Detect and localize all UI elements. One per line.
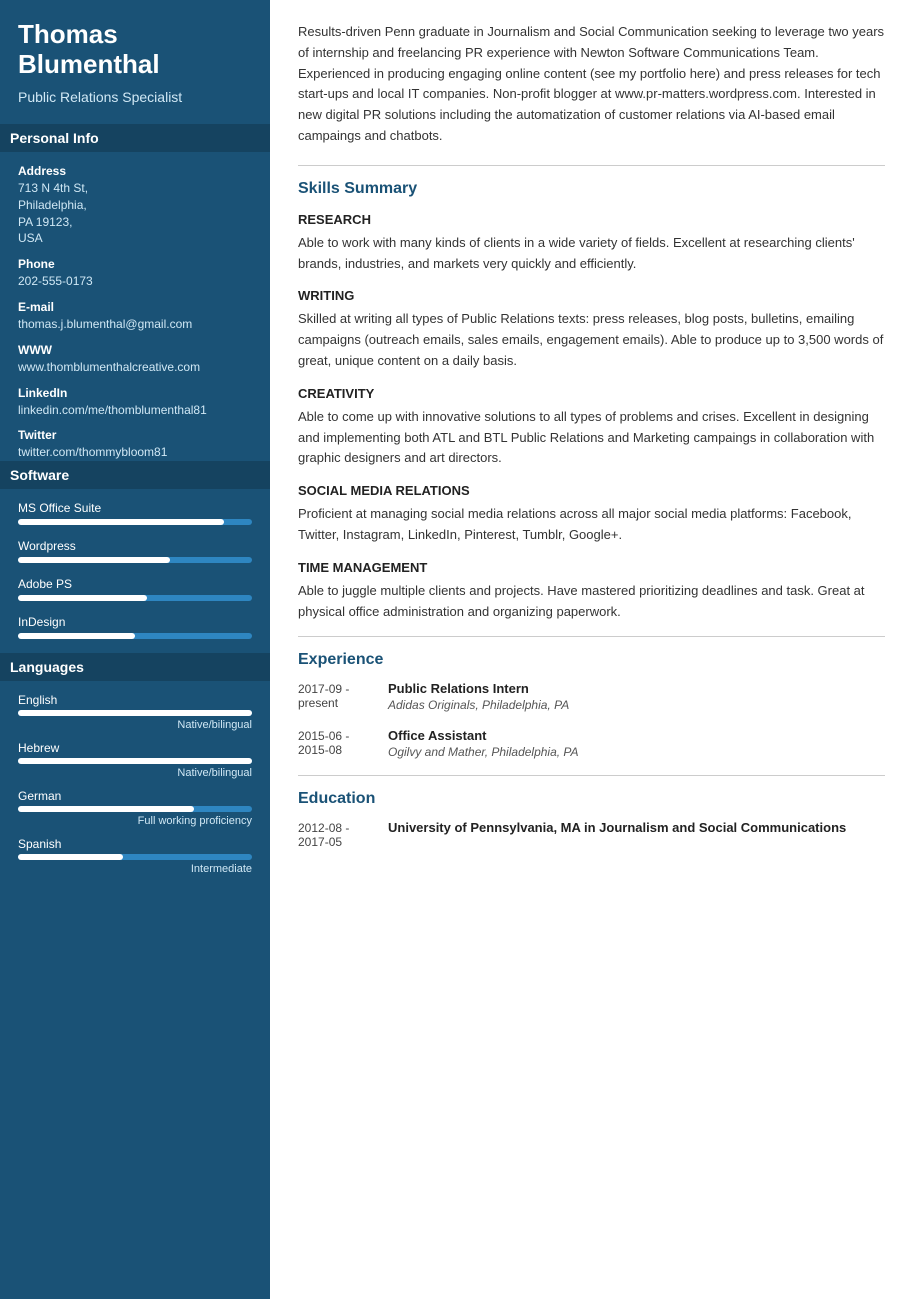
languages-header: Languages [0, 653, 270, 681]
education-title: Education [298, 790, 885, 808]
language-name: Hebrew [18, 741, 252, 755]
twitter-value: twitter.com/thommybloom81 [18, 444, 252, 461]
software-bar-fill [18, 557, 170, 563]
exp-company: Ogilvy and Mather, Philadelphia, PA [388, 745, 579, 759]
twitter-label: Twitter [18, 428, 252, 442]
language-name: Spanish [18, 837, 252, 851]
skill-entry: WRITING Skilled at writing all types of … [298, 288, 885, 371]
divider-education [298, 775, 885, 776]
language-bar-bg [18, 854, 252, 860]
candidate-name: Thomas Blumenthal [18, 20, 252, 80]
software-name: Adobe PS [18, 577, 252, 591]
language-level: Intermediate [18, 863, 252, 875]
software-header: Software [0, 461, 270, 489]
language-bar-bg [18, 758, 252, 764]
software-name: MS Office Suite [18, 501, 252, 515]
languages-list: English Native/bilingual Hebrew Native/b… [18, 693, 252, 875]
experience-list: 2017-09 -present Public Relations Intern… [298, 681, 885, 759]
exp-date: 2017-09 -present [298, 681, 388, 712]
skills-title: Skills Summary [298, 180, 885, 198]
edu-date: 2012-08 -2017-05 [298, 820, 388, 849]
software-bar-bg [18, 557, 252, 563]
language-bar-bg [18, 806, 252, 812]
exp-title: Public Relations Intern [388, 681, 569, 696]
exp-details: Public Relations Intern Adidas Originals… [388, 681, 569, 712]
skill-category: TIME MANAGEMENT [298, 560, 885, 575]
resume-container: Thomas Blumenthal Public Relations Speci… [0, 0, 913, 1299]
skill-entry: RESEARCH Able to work with many kinds of… [298, 212, 885, 275]
phone-value: 202-555-0173 [18, 273, 252, 290]
edu-title: University of Pennsylvania, MA in Journa… [388, 820, 846, 835]
software-name: Wordpress [18, 539, 252, 553]
software-bar-fill [18, 595, 147, 601]
skill-entry: SOCIAL MEDIA RELATIONS Proficient at man… [298, 483, 885, 546]
software-bar-bg [18, 519, 252, 525]
software-list: MS Office Suite Wordpress Adobe PS InDes… [18, 501, 252, 639]
language-item: Spanish Intermediate [18, 837, 252, 875]
skill-category: CREATIVITY [298, 386, 885, 401]
exp-company: Adidas Originals, Philadelphia, PA [388, 698, 569, 712]
software-item: MS Office Suite [18, 501, 252, 525]
skill-desc: Able to work with many kinds of clients … [298, 233, 885, 275]
email-label: E-mail [18, 300, 252, 314]
skill-category: WRITING [298, 288, 885, 303]
language-bar-fill [18, 710, 252, 716]
language-name: German [18, 789, 252, 803]
sidebar: Thomas Blumenthal Public Relations Speci… [0, 0, 270, 1299]
candidate-title: Public Relations Specialist [18, 88, 252, 106]
linkedin-label: LinkedIn [18, 386, 252, 400]
language-level: Native/bilingual [18, 767, 252, 779]
phone-label: Phone [18, 257, 252, 271]
divider-skills [298, 165, 885, 166]
www-label: WWW [18, 343, 252, 357]
language-bar-fill [18, 854, 123, 860]
skill-entry: TIME MANAGEMENT Able to juggle multiple … [298, 560, 885, 623]
summary-text: Results-driven Penn graduate in Journali… [298, 22, 885, 147]
main-content: Results-driven Penn graduate in Journali… [270, 0, 913, 1299]
exp-date: 2015-06 -2015-08 [298, 728, 388, 759]
language-level: Native/bilingual [18, 719, 252, 731]
skill-desc: Proficient at managing social media rela… [298, 504, 885, 546]
personal-info-header: Personal Info [0, 124, 270, 152]
education-item: 2012-08 -2017-05 University of Pennsylva… [298, 820, 885, 849]
language-name: English [18, 693, 252, 707]
experience-item: 2015-06 -2015-08 Office Assistant Ogilvy… [298, 728, 885, 759]
language-bar-bg [18, 710, 252, 716]
exp-details: Office Assistant Ogilvy and Mather, Phil… [388, 728, 579, 759]
skill-category: SOCIAL MEDIA RELATIONS [298, 483, 885, 498]
language-item: Hebrew Native/bilingual [18, 741, 252, 779]
skill-entry: CREATIVITY Able to come up with innovati… [298, 386, 885, 469]
skill-category: RESEARCH [298, 212, 885, 227]
skills-list: RESEARCH Able to work with many kinds of… [298, 212, 885, 623]
software-item: Adobe PS [18, 577, 252, 601]
exp-title: Office Assistant [388, 728, 579, 743]
software-bar-bg [18, 595, 252, 601]
edu-details: University of Pennsylvania, MA in Journa… [388, 820, 846, 849]
language-level: Full working proficiency [18, 815, 252, 827]
software-name: InDesign [18, 615, 252, 629]
software-bar-fill [18, 633, 135, 639]
email-value: thomas.j.blumenthal@gmail.com [18, 316, 252, 333]
address-value: 713 N 4th St,Philadelphia,PA 19123,USA [18, 180, 252, 247]
software-item: InDesign [18, 615, 252, 639]
skill-desc: Able to come up with innovative solution… [298, 407, 885, 469]
experience-item: 2017-09 -present Public Relations Intern… [298, 681, 885, 712]
software-bar-fill [18, 519, 224, 525]
address-label: Address [18, 164, 252, 178]
skill-desc: Skilled at writing all types of Public R… [298, 309, 885, 371]
software-item: Wordpress [18, 539, 252, 563]
skill-desc: Able to juggle multiple clients and proj… [298, 581, 885, 623]
experience-title: Experience [298, 651, 885, 669]
education-list: 2012-08 -2017-05 University of Pennsylva… [298, 820, 885, 849]
language-item: German Full working proficiency [18, 789, 252, 827]
www-value: www.thomblumenthalcreative.com [18, 359, 252, 376]
linkedin-value: linkedin.com/me/thomblumenthal81 [18, 402, 252, 419]
language-bar-fill [18, 806, 194, 812]
language-item: English Native/bilingual [18, 693, 252, 731]
language-bar-fill [18, 758, 252, 764]
divider-experience [298, 636, 885, 637]
software-bar-bg [18, 633, 252, 639]
